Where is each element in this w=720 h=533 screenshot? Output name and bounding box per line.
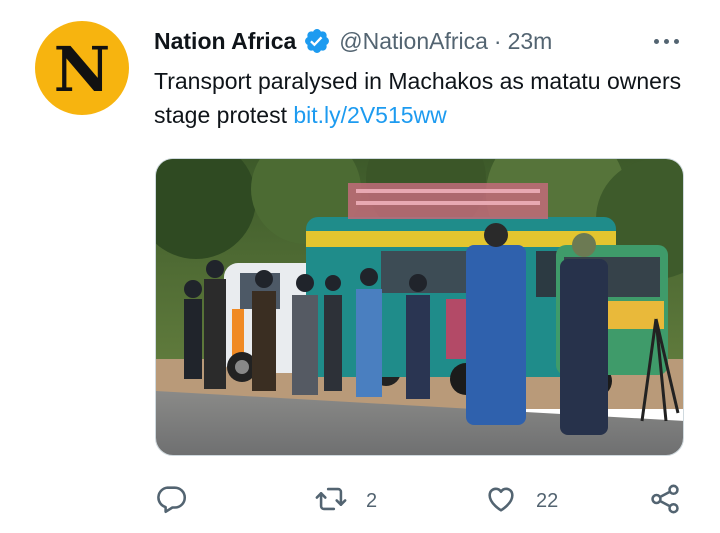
timestamp[interactable]: 23m — [508, 28, 553, 55]
retweet-count: 2 — [366, 489, 378, 512]
reply-icon — [154, 482, 188, 521]
photo-illustration — [156, 159, 683, 455]
tweet-actions: 2 22 — [154, 478, 694, 524]
like-icon — [484, 482, 518, 521]
like-count: 22 — [536, 489, 559, 512]
share-icon — [648, 482, 682, 521]
tweet-text: Transport paralysed in Machakos as matat… — [154, 64, 694, 132]
tweet-link[interactable]: bit.ly/2V515ww — [293, 102, 446, 128]
verified-badge-icon — [303, 27, 331, 55]
like-button[interactable]: 22 — [484, 478, 558, 524]
retweet-icon — [314, 482, 348, 521]
more-icon[interactable] — [646, 28, 686, 54]
avatar[interactable]: N — [35, 21, 129, 115]
display-name[interactable]: Nation Africa — [154, 28, 296, 55]
tweet-header: Nation Africa @NationAfrica · 23m — [154, 24, 552, 58]
separator-dot: · — [493, 27, 502, 54]
tweet-photo[interactable] — [155, 158, 684, 456]
retweet-button[interactable]: 2 — [314, 478, 377, 524]
share-button[interactable] — [648, 478, 682, 524]
avatar-letter: N — [53, 33, 111, 106]
reply-button[interactable] — [154, 478, 206, 524]
handle[interactable]: @NationAfrica — [339, 28, 488, 55]
